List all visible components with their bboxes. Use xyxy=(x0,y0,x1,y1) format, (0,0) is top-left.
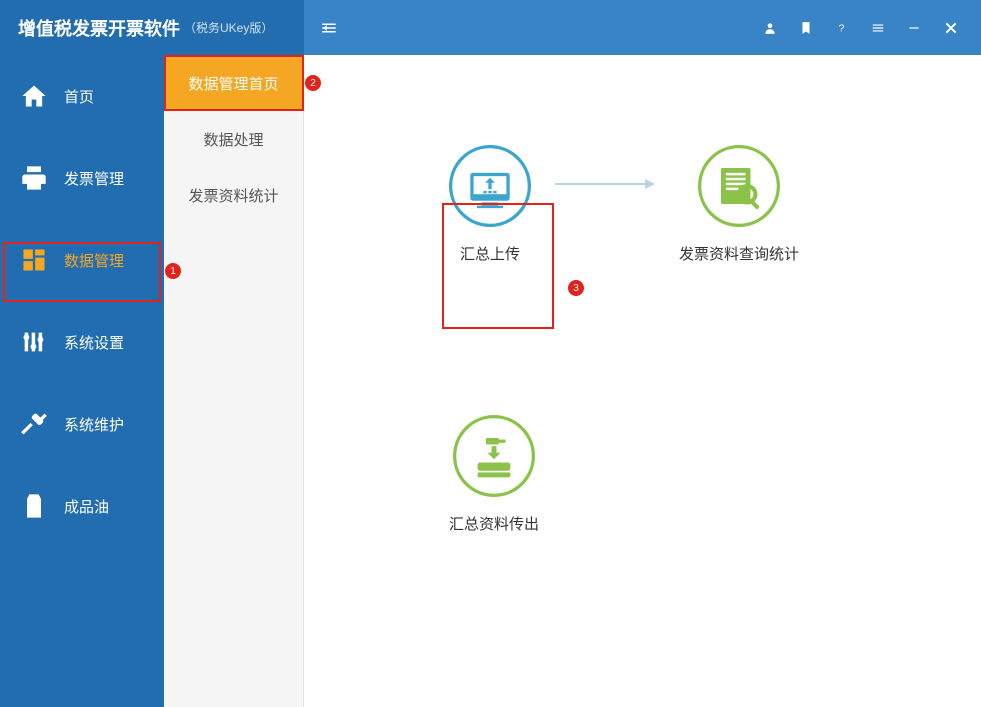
export-icon xyxy=(453,415,535,497)
printer-icon xyxy=(20,164,50,192)
sidebar-item-settings[interactable]: 系统设置 xyxy=(0,301,164,383)
sidebar-item-data[interactable]: 数据管理 xyxy=(0,219,164,301)
upload-icon xyxy=(449,145,531,227)
sidebar-item-invoice[interactable]: 发票管理 xyxy=(0,137,164,219)
card-query[interactable]: 发票资料查询统计 xyxy=(679,145,799,264)
menu-icon[interactable] xyxy=(871,21,885,35)
close-icon[interactable] xyxy=(943,20,959,36)
sidebar-item-label: 发票管理 xyxy=(64,168,124,189)
card-label: 汇总上传 xyxy=(460,243,520,264)
minimize-icon[interactable] xyxy=(907,21,921,35)
sub-sidebar: 数据管理首页 数据处理 发票资料统计 xyxy=(164,0,304,707)
card-label: 发票资料查询统计 xyxy=(679,243,799,264)
sub-item-data-process[interactable]: 数据处理 xyxy=(164,111,303,167)
collapse-icon xyxy=(320,19,338,37)
sidebar-item-label: 成品油 xyxy=(64,496,109,517)
sidebar-item-label: 系统设置 xyxy=(64,332,124,353)
sub-item-label: 数据处理 xyxy=(203,129,263,150)
card-upload[interactable]: 汇总上传 xyxy=(449,145,531,264)
app-title: 增值税发票开票软件 xyxy=(18,15,180,41)
sub-item-invoice-stats[interactable]: 发票资料统计 xyxy=(164,167,303,223)
home-icon xyxy=(20,82,50,110)
card-export[interactable]: 汇总资料传出 xyxy=(449,415,539,534)
header-actions: ? xyxy=(763,20,981,36)
app-subtitle: （税务UKey版） xyxy=(184,19,273,36)
sidebar-item-label: 首页 xyxy=(64,86,94,107)
sidebar-item-label: 数据管理 xyxy=(64,250,124,271)
sub-item-data-home[interactable]: 数据管理首页 xyxy=(164,55,303,111)
sub-item-label: 发票资料统计 xyxy=(188,185,278,206)
primary-sidebar: 首页 发票管理 数据管理 系统设置 系统维护 xyxy=(0,0,164,707)
sidebar-item-label: 系统维护 xyxy=(64,414,124,435)
main-content: 汇总上传 发票资料查询统计 xyxy=(304,0,981,707)
oil-icon xyxy=(20,492,50,520)
tools-icon xyxy=(20,410,50,438)
sliders-icon xyxy=(20,328,50,356)
app-header: 增值税发票开票软件 （税务UKey版） ? xyxy=(0,0,981,55)
help-icon[interactable]: ? xyxy=(835,21,849,35)
sidebar-item-oil[interactable]: 成品油 xyxy=(0,465,164,547)
title-area: 增值税发票开票软件 （税务UKey版） xyxy=(0,0,304,55)
sub-item-label: 数据管理首页 xyxy=(188,73,278,94)
sidebar-item-home[interactable]: 首页 xyxy=(0,55,164,137)
arrow-icon xyxy=(555,174,655,199)
collapse-button[interactable] xyxy=(304,19,354,37)
query-icon xyxy=(698,145,780,227)
sidebar-item-maintenance[interactable]: 系统维护 xyxy=(0,383,164,465)
user-icon[interactable] xyxy=(763,21,777,35)
data-icon xyxy=(20,246,50,274)
card-label: 汇总资料传出 xyxy=(449,513,539,534)
svg-text:?: ? xyxy=(839,22,845,34)
bookmark-icon[interactable] xyxy=(799,21,813,35)
